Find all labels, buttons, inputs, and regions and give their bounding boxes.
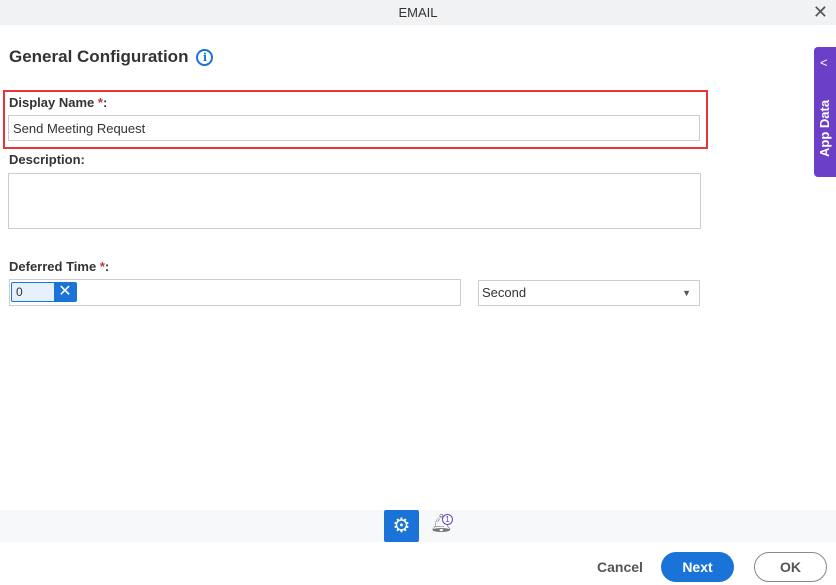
deferred-time-label: Deferred Time *: [9, 259, 109, 274]
label-text: Display Name [9, 95, 95, 110]
close-icon[interactable]: ✕ [813, 0, 828, 24]
page-title: General Configuration [9, 47, 189, 66]
deferred-time-chip[interactable]: 0 ✕ [11, 282, 77, 302]
dialog-title-bar: EMAIL ✕ [0, 0, 836, 25]
time-unit-select[interactable]: Second ▼ [478, 280, 700, 306]
label-text: Deferred Time [9, 259, 97, 274]
gear-icon[interactable]: ⚙ [384, 510, 419, 542]
clear-icon[interactable]: ✕ [54, 283, 76, 301]
app-data-label: App Data [817, 99, 832, 157]
info-icon[interactable]: i [196, 48, 214, 66]
chevron-left-icon: < [820, 55, 828, 70]
ok-button[interactable]: OK [754, 552, 827, 582]
dropdown-arrow-icon: ▼ [682, 288, 691, 298]
display-name-value: Send Meeting Request [13, 120, 146, 136]
cancel-button[interactable]: Cancel [590, 552, 650, 582]
time-unit-value: Second [482, 285, 527, 300]
label-suffix: : [102, 95, 108, 110]
app-data-panel-toggle[interactable]: < App Data [814, 47, 836, 177]
section-heading: General Configuration i [9, 47, 214, 67]
description-label: Description: [9, 152, 85, 167]
dialog-title: EMAIL [398, 5, 438, 20]
next-button[interactable]: Next [661, 552, 734, 582]
description-input[interactable] [8, 173, 701, 229]
label-suffix: : [104, 259, 110, 274]
display-name-label: Display Name *: [9, 95, 107, 110]
notification-badge: 1 [442, 514, 453, 525]
deferred-time-value: 0 [16, 285, 23, 299]
display-name-input[interactable]: Send Meeting Request [8, 115, 700, 141]
